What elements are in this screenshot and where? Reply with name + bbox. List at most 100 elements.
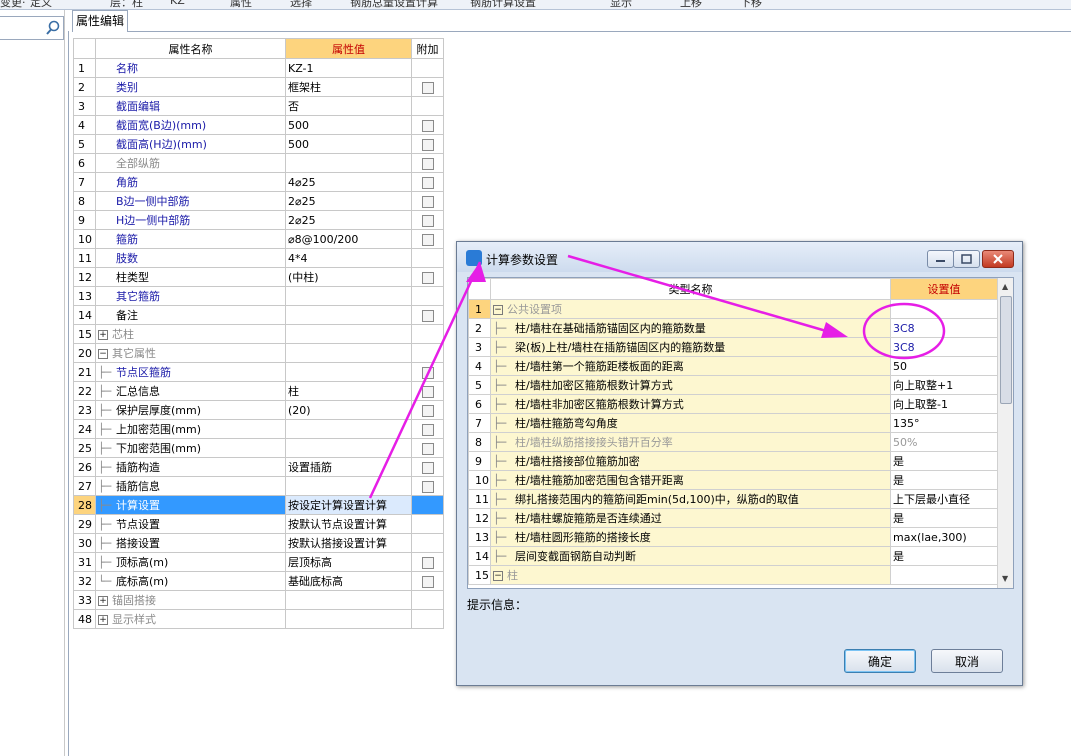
column-header-extra[interactable]: 附加: [411, 38, 444, 59]
extra-checkbox[interactable]: [421, 461, 434, 474]
property-name-cell[interactable]: ├─ 搭接设置: [95, 533, 286, 553]
extra-checkbox[interactable]: [421, 233, 434, 246]
property-value[interactable]: [285, 609, 412, 629]
property-row[interactable]: 20− 其它属性: [73, 343, 444, 363]
collapse-icon[interactable]: −: [493, 571, 503, 581]
property-row[interactable]: 27 ├─ 插筋信息: [73, 476, 444, 496]
collapse-icon[interactable]: −: [98, 349, 108, 359]
scroll-down-icon[interactable]: ▼: [1002, 574, 1008, 583]
expand-icon[interactable]: +: [98, 330, 108, 340]
settings-row[interactable]: 1− 公共设置项: [468, 299, 998, 319]
settings-row[interactable]: 15− 柱: [468, 565, 998, 585]
setting-name-cell[interactable]: ├─ 层间变截面钢筋自动判断: [490, 546, 891, 566]
property-name-cell[interactable]: ├─ 节点设置: [95, 514, 286, 534]
settings-row[interactable]: 5 ├─ 柱/墙柱加密区箍筋根数计算方式 向上取整+1: [468, 375, 998, 395]
property-value[interactable]: 2⌀25: [285, 210, 412, 230]
property-value[interactable]: 否: [285, 96, 412, 116]
toolbar-item[interactable]: 变更·: [0, 0, 26, 9]
property-value[interactable]: 基础底标高: [285, 571, 412, 591]
setting-value[interactable]: 向上取整-1: [890, 394, 998, 414]
extra-checkbox[interactable]: [421, 366, 434, 379]
property-row[interactable]: 14 备注: [73, 305, 444, 325]
property-value[interactable]: [285, 286, 412, 306]
setting-name-cell[interactable]: ├─ 柱/墙柱第一个箍筋距楼板面的距离: [490, 356, 891, 376]
property-name-cell[interactable]: ├─ 下加密范围(mm): [95, 438, 286, 458]
property-name-cell[interactable]: ├─ 插筋信息: [95, 476, 286, 496]
property-name-cell[interactable]: 名称: [95, 58, 286, 78]
extra-checkbox[interactable]: [421, 157, 434, 170]
property-value[interactable]: (20): [285, 400, 412, 420]
expand-icon[interactable]: +: [98, 615, 108, 625]
property-value[interactable]: 2⌀25: [285, 191, 412, 211]
property-name-cell[interactable]: ├─ 顶标高(m): [95, 552, 286, 572]
column-header-setting-value[interactable]: 设置值: [890, 278, 998, 300]
maximize-button[interactable]: [953, 250, 980, 268]
scroll-thumb[interactable]: [1000, 296, 1012, 404]
setting-value[interactable]: 是: [890, 546, 998, 566]
minimize-button[interactable]: [927, 250, 954, 268]
settings-row[interactable]: 11 ├─ 绑扎搭接范围内的箍筋间距min(5d,100)中，纵筋d的取值 上下层最小…: [468, 489, 998, 509]
setting-value[interactable]: 50: [890, 356, 998, 376]
property-value[interactable]: [285, 590, 412, 610]
extra-checkbox[interactable]: [421, 271, 434, 284]
property-value[interactable]: ⌀8@100/200: [285, 229, 412, 249]
column-header-type-name[interactable]: 类型名称: [490, 278, 891, 300]
settings-row[interactable]: 4 ├─ 柱/墙柱第一个箍筋距楼板面的距离 50: [468, 356, 998, 376]
property-value[interactable]: 500: [285, 134, 412, 154]
property-value[interactable]: [285, 305, 412, 325]
property-row[interactable]: 15 + 芯柱: [73, 324, 444, 344]
property-row[interactable]: 10 箍筋 ⌀8@100/200: [73, 229, 444, 249]
settings-row[interactable]: 8 ├─ 柱/墙柱纵筋搭接接头错开百分率 50%: [468, 432, 998, 452]
property-row[interactable]: 31 ├─ 顶标高(m) 层顶标高: [73, 552, 444, 572]
toolbar-item[interactable]: 钢筋计算设置: [470, 0, 536, 9]
property-name-cell[interactable]: ├─ 汇总信息: [95, 381, 286, 401]
setting-value[interactable]: [890, 565, 998, 585]
property-value[interactable]: 按默认节点设置计算: [285, 514, 412, 534]
extra-checkbox[interactable]: [421, 119, 434, 132]
settings-row[interactable]: 2 ├─ 柱/墙柱在基础插筋锚固区内的箍筋数量 3C8: [468, 318, 998, 338]
extra-checkbox[interactable]: [421, 195, 434, 208]
setting-name-cell[interactable]: − 公共设置项: [490, 299, 891, 319]
property-row[interactable]: 5 截面高(H边)(mm) 500: [73, 134, 444, 154]
property-name-cell[interactable]: 箍筋: [95, 229, 286, 249]
collapse-icon[interactable]: −: [493, 305, 503, 315]
toolbar-item[interactable]: KZ: [170, 0, 185, 7]
toolbar-item[interactable]: 层：柱: [110, 0, 143, 9]
property-value[interactable]: 框架柱: [285, 77, 412, 97]
property-name-cell[interactable]: ├─ 插筋构造: [95, 457, 286, 477]
setting-name-cell[interactable]: ├─ 柱/墙柱非加密区箍筋根数计算方式: [490, 394, 891, 414]
property-name-cell[interactable]: └─ 底标高(m): [95, 571, 286, 591]
property-row[interactable]: 30 ├─ 搭接设置 按默认搭接设置计算: [73, 533, 444, 553]
property-value[interactable]: 设置插筋: [285, 457, 412, 477]
extra-checkbox[interactable]: [421, 423, 434, 436]
property-name-cell[interactable]: + 显示样式: [95, 609, 286, 629]
toolbar-item[interactable]: 显示: [610, 0, 632, 9]
settings-row[interactable]: 13 ├─ 柱/墙柱圆形箍筋的搭接长度 max(lae,300): [468, 527, 998, 547]
dialog-title-bar[interactable]: 计算参数设置: [457, 242, 1022, 272]
property-value[interactable]: 层顶标高: [285, 552, 412, 572]
setting-name-cell[interactable]: ├─ 柱/墙柱箍筋加密范围包含错开距离: [490, 470, 891, 490]
setting-name-cell[interactable]: ├─ 绑扎搭接范围内的箍筋间距min(5d,100)中，纵筋d的取值: [490, 489, 891, 509]
setting-value[interactable]: 是: [890, 470, 998, 490]
settings-row[interactable]: 7 ├─ 柱/墙柱箍筋弯勾角度 135°: [468, 413, 998, 433]
toolbar-item[interactable]: 定义: [30, 0, 52, 9]
property-row[interactable]: 2 类别 框架柱: [73, 77, 444, 97]
setting-value[interactable]: 3C8: [890, 337, 998, 357]
toolbar-item[interactable]: 上移: [680, 0, 702, 9]
property-row[interactable]: 33 + 锚固搭接: [73, 590, 444, 610]
property-name-cell[interactable]: H边一侧中部筋: [95, 210, 286, 230]
toolbar-item[interactable]: 下移: [740, 0, 762, 9]
property-value[interactable]: 按默认搭接设置计算: [285, 533, 412, 553]
vertical-scrollbar[interactable]: ▲ ▼: [997, 278, 1013, 588]
property-value[interactable]: KZ-1: [285, 58, 412, 78]
property-row[interactable]: 7 角筋 4⌀25: [73, 172, 444, 192]
extra-checkbox[interactable]: [421, 176, 434, 189]
toolbar-item[interactable]: 钢筋总量设置计算: [350, 0, 438, 9]
property-name-cell[interactable]: 备注: [95, 305, 286, 325]
property-row[interactable]: 22 ├─ 汇总信息 柱: [73, 381, 444, 401]
setting-name-cell[interactable]: − 柱: [490, 565, 891, 585]
scroll-up-icon[interactable]: ▲: [1002, 282, 1008, 291]
extra-checkbox[interactable]: [421, 309, 434, 322]
extra-checkbox[interactable]: [421, 138, 434, 151]
setting-value[interactable]: 向上取整+1: [890, 375, 998, 395]
